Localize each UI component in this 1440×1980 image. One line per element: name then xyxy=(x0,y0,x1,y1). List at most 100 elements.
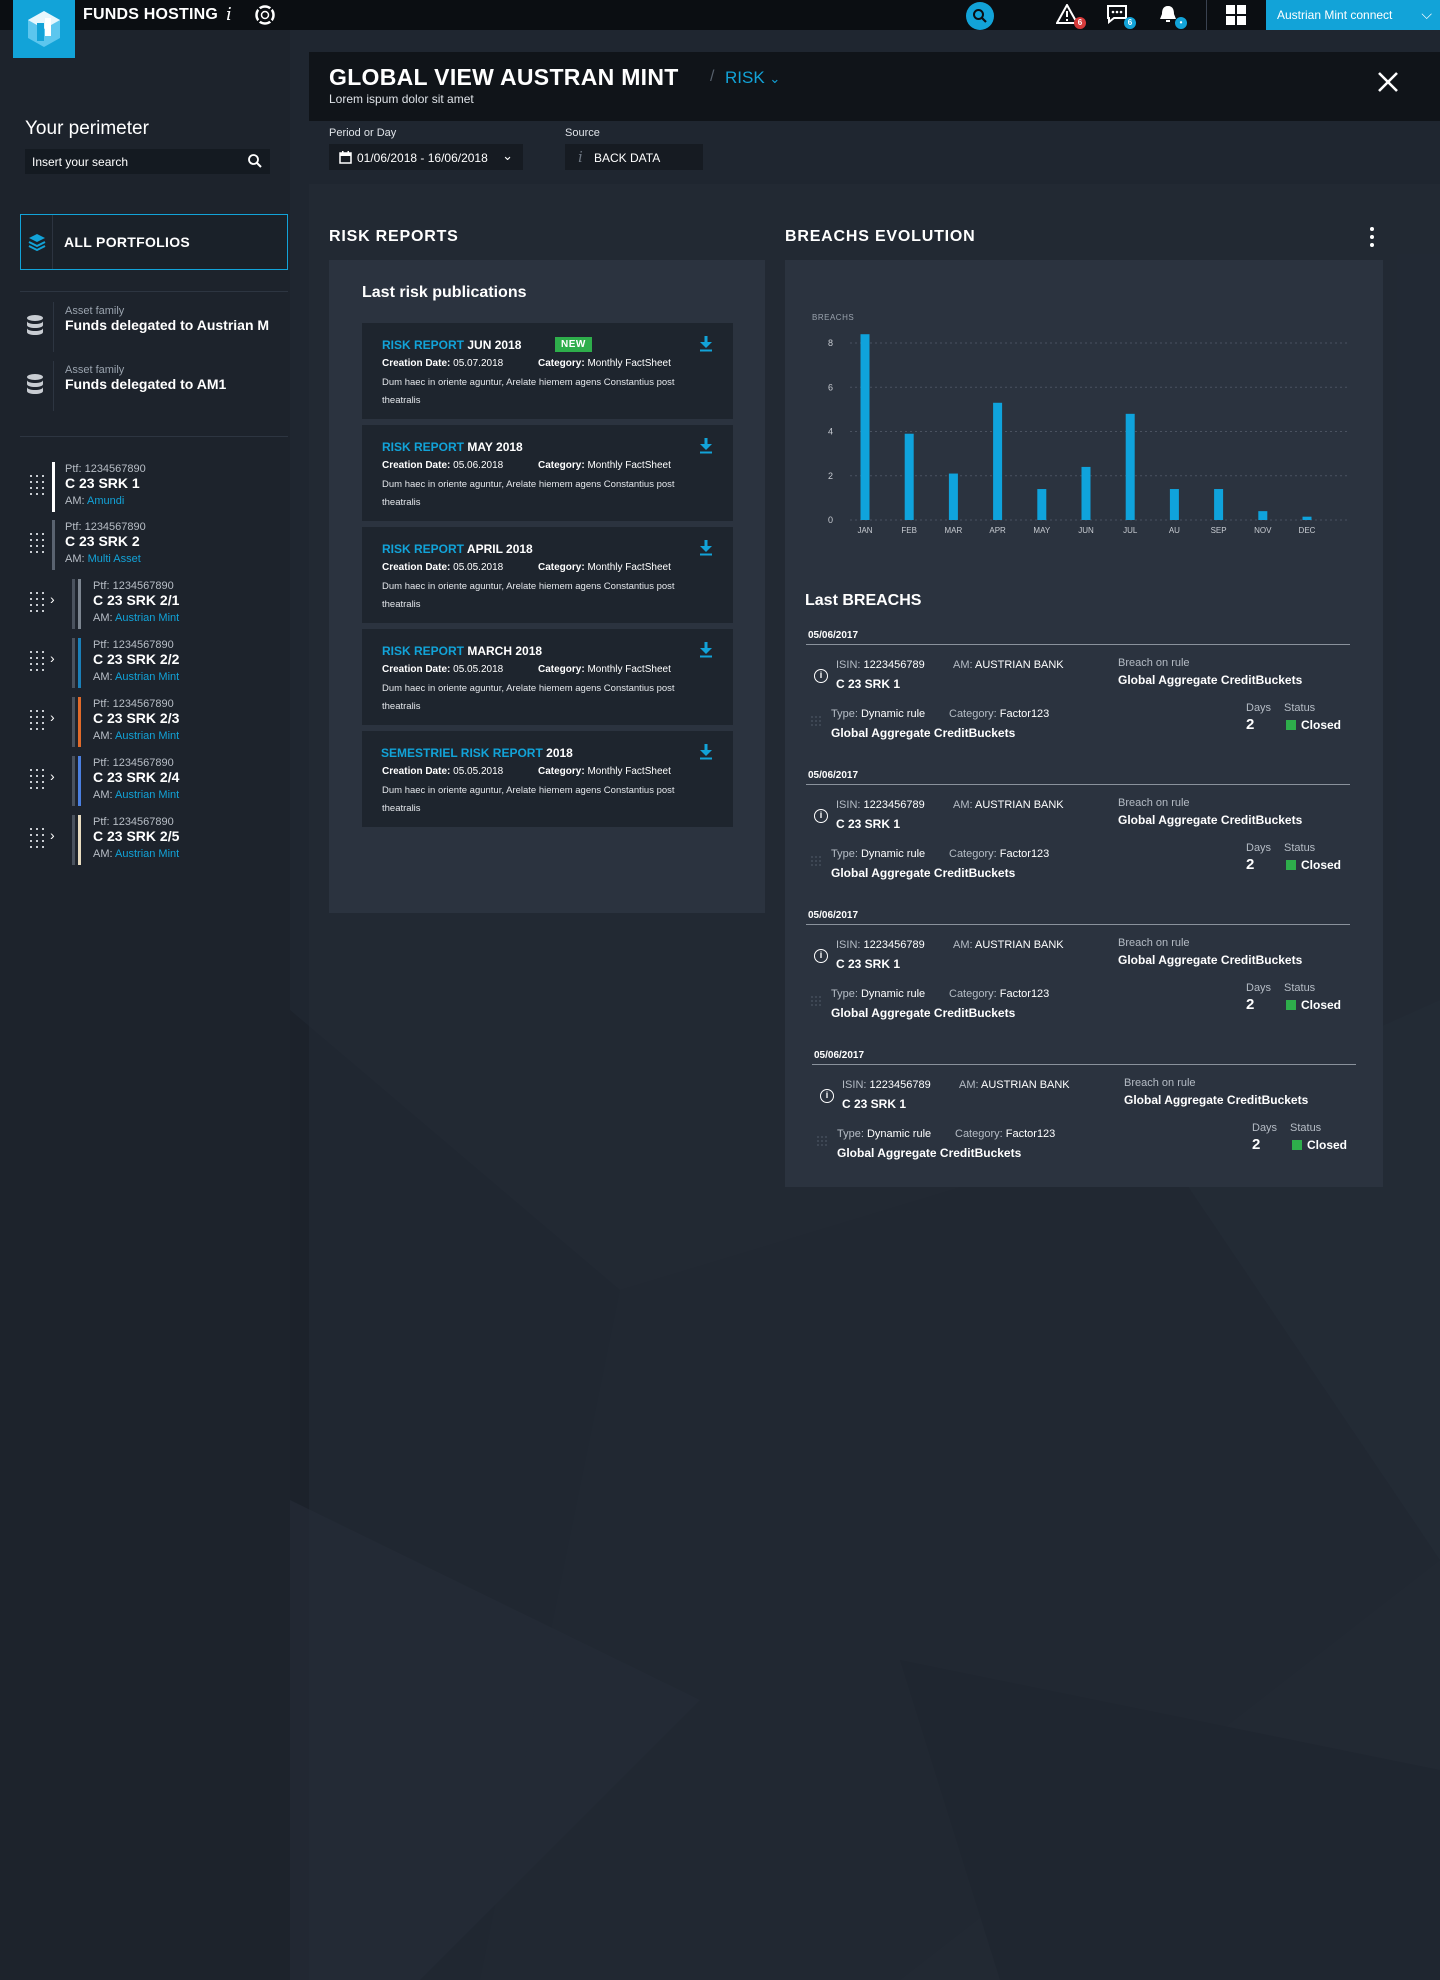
am-name[interactable]: Austrian Mint xyxy=(115,671,179,683)
chevron-right-icon[interactable]: › xyxy=(50,768,55,784)
info-icon[interactable]: i xyxy=(820,1089,834,1103)
am-name[interactable]: Austrian Mint xyxy=(115,612,179,624)
download-icon[interactable] xyxy=(699,642,713,658)
info-icon[interactable]: i xyxy=(814,809,828,823)
breach-am: AM: AUSTRIAN BANK xyxy=(953,659,1064,671)
risk-report-item[interactable]: RISK REPORT APRIL 2018 Creation Date: 05.… xyxy=(362,527,733,623)
report-title[interactable]: RISK REPORT MARCH 2018 xyxy=(382,644,542,658)
drag-handle-icon[interactable] xyxy=(30,533,44,553)
portfolio-item[interactable]: Ptf: 1234567890 C 23 SRK 2 AM: Multi Asset xyxy=(20,518,290,574)
asset-family-item[interactable]: Asset family Funds delegated to AM1 xyxy=(20,361,290,411)
portfolio-am: AM: Amundi xyxy=(65,495,124,507)
messages-button[interactable]: 6 xyxy=(1106,4,1136,29)
page-header: GLOBAL VIEW AUSTRAN MINT / RISK ⌄ Lorem … xyxy=(309,52,1440,121)
drag-handle-icon[interactable] xyxy=(30,710,44,730)
breach-rule: Global Aggregate CreditBuckets xyxy=(1118,673,1303,687)
breach-bucket: Global Aggregate CreditBuckets xyxy=(831,1006,1016,1020)
more-options-icon[interactable] xyxy=(1370,227,1376,247)
download-icon[interactable] xyxy=(699,336,713,352)
drag-handle-icon[interactable] xyxy=(30,828,44,848)
parent-indicator-bar xyxy=(72,815,75,865)
category-value: Monthly FactSheet xyxy=(587,766,671,777)
portfolio-item[interactable]: › Ptf: 1234567890 C 23 SRK 2/4 AM: Austrian… xyxy=(20,754,290,810)
drag-handle-icon[interactable] xyxy=(30,651,44,671)
breach-am: AM: AUSTRIAN BANK xyxy=(953,799,1064,811)
lifebuoy-icon[interactable] xyxy=(254,4,276,26)
am-name[interactable]: Amundi xyxy=(87,495,124,507)
isin-label: ISIN: xyxy=(836,799,861,811)
creation-date: Creation Date: 05.05.2018 xyxy=(382,664,503,675)
breach-item[interactable]: 05/06/2017 i ISIN: 1223456789 AM: AUSTRIAN … xyxy=(806,910,1350,1050)
info-icon[interactable]: i xyxy=(226,4,232,25)
risk-report-item[interactable]: SEMESTRIEL RISK REPORT 2018 Creation Date… xyxy=(362,731,733,827)
portfolio-item[interactable]: › Ptf: 1234567890 C 23 SRK 2/2 AM: Austrian… xyxy=(20,636,290,692)
section-dropdown[interactable]: RISK ⌄ xyxy=(725,68,780,88)
asset-family-label: Asset family xyxy=(65,364,125,376)
breach-type: Type: Dynamic rule xyxy=(831,848,925,860)
report-title[interactable]: RISK REPORT APRIL 2018 xyxy=(382,542,533,556)
all-portfolios-button[interactable]: ALL PORTFOLIOS xyxy=(20,214,288,270)
period-value: 01/06/2018 - 16/06/2018 xyxy=(357,151,488,165)
portfolio-item[interactable]: › Ptf: 1234567890 C 23 SRK 2/3 AM: Austrian… xyxy=(20,695,290,751)
portfolio-ptf: Ptf: 1234567890 xyxy=(65,463,146,475)
close-icon[interactable] xyxy=(1375,69,1401,95)
portfolio-item[interactable]: › Ptf: 1234567890 C 23 SRK 2/1 AM: Austrian… xyxy=(20,577,290,633)
alerts-count-badge: 6 xyxy=(1074,17,1086,29)
info-icon[interactable]: i xyxy=(814,949,828,963)
breachs-evolution-title: BREACHS EVOLUTION xyxy=(785,228,976,245)
risk-report-item[interactable]: RISK REPORT JUN 2018 NEW Creation Date: 05… xyxy=(362,323,733,419)
download-icon[interactable] xyxy=(699,438,713,454)
am-name[interactable]: Austrian Mint xyxy=(115,789,179,801)
y-tick-label: 8 xyxy=(828,338,833,348)
creation-date: Creation Date: 05.05.2018 xyxy=(382,562,503,573)
asset-family-divider xyxy=(53,361,54,411)
download-icon[interactable] xyxy=(699,744,713,760)
asset-family-name: Funds delegated to AM1 xyxy=(65,376,227,392)
drag-handle-icon[interactable] xyxy=(30,769,44,789)
risk-report-item[interactable]: RISK REPORT MAY 2018 Creation Date: 05.06… xyxy=(362,425,733,521)
chevron-right-icon[interactable]: › xyxy=(50,827,55,843)
portfolio-color-bar xyxy=(52,520,55,570)
chevron-right-icon[interactable]: › xyxy=(50,591,55,607)
notifications-button[interactable]: • xyxy=(1157,4,1187,29)
drag-handle-icon[interactable] xyxy=(30,475,44,495)
risk-report-item[interactable]: RISK REPORT MARCH 2018 Creation Date: 05.… xyxy=(362,629,733,725)
chevron-right-icon[interactable]: › xyxy=(50,650,55,666)
portfolio-item[interactable]: › Ptf: 1234567890 C 23 SRK 2/5 AM: Austrian… xyxy=(20,813,290,869)
account-dropdown[interactable]: Austrian Mint connect ⌵ xyxy=(1266,0,1440,30)
parent-indicator-bar xyxy=(72,756,75,806)
perimeter-search-input[interactable]: Insert your search xyxy=(25,149,270,174)
am-name[interactable]: Multi Asset xyxy=(88,553,141,565)
report-title[interactable]: RISK REPORT MAY 2018 xyxy=(382,440,523,454)
ptf-label: Ptf: xyxy=(93,639,110,651)
breach-bucket: Global Aggregate CreditBuckets xyxy=(831,726,1016,740)
breach-isin: ISIN: 1223456789 xyxy=(836,939,925,951)
global-search-button[interactable] xyxy=(966,2,994,30)
report-type: SEMESTRIEL RISK REPORT xyxy=(381,746,543,760)
drag-handle-icon[interactable] xyxy=(30,592,44,612)
breach-item[interactable]: 05/06/2017 i ISIN: 1223456789 AM: AUSTRIAN … xyxy=(806,770,1350,910)
breach-item[interactable]: 05/06/2017 i ISIN: 1223456789 AM: AUSTRIAN … xyxy=(812,1050,1356,1190)
period-picker[interactable]: 01/06/2018 - 16/06/2018 ⌄ xyxy=(329,144,523,170)
report-title[interactable]: SEMESTRIEL RISK REPORT 2018 xyxy=(381,746,573,760)
am-name[interactable]: Austrian Mint xyxy=(115,848,179,860)
source-selector[interactable]: i BACK DATA xyxy=(565,144,703,170)
info-icon[interactable]: i xyxy=(814,669,828,683)
app-logo[interactable] xyxy=(13,0,75,58)
portfolio-item[interactable]: Ptf: 1234567890 C 23 SRK 1 AM: Amundi xyxy=(20,460,290,516)
bar-may xyxy=(1037,489,1047,520)
search-icon[interactable] xyxy=(247,153,263,169)
apps-grid-icon[interactable] xyxy=(1226,5,1246,25)
download-icon[interactable] xyxy=(699,540,713,556)
am-name[interactable]: Austrian Mint xyxy=(115,730,179,742)
am-label: AM: xyxy=(93,730,113,742)
top-divider xyxy=(1206,0,1207,30)
breach-isin: ISIN: 1223456789 xyxy=(836,799,925,811)
days-label: Days xyxy=(1246,982,1272,994)
alerts-button[interactable]: 6 xyxy=(1055,2,1086,29)
report-period: MAY 2018 xyxy=(464,440,523,454)
report-title[interactable]: RISK REPORT JUN 2018 xyxy=(382,338,521,352)
chevron-right-icon[interactable]: › xyxy=(50,709,55,725)
breach-item[interactable]: 05/06/2017 i ISIN: 1223456789 AM: AUSTRIAN … xyxy=(806,630,1350,770)
asset-family-item[interactable]: Asset family Funds delegated to Austrian… xyxy=(20,302,290,352)
